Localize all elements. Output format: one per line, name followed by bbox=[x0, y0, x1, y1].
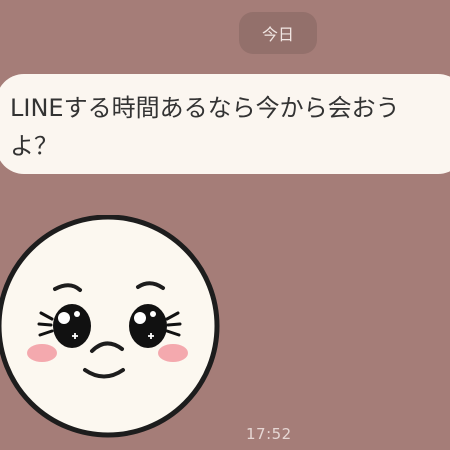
message-text-line-1: LINEする時間あるなら今から会おう bbox=[10, 94, 400, 122]
right-cheek bbox=[158, 344, 188, 362]
left-cheek bbox=[27, 344, 57, 362]
message-bubble[interactable]: LINEする時間あるなら今から会おう よ？ bbox=[0, 74, 450, 174]
sticker-face bbox=[0, 214, 220, 438]
message-timestamp: 17:52 bbox=[246, 425, 292, 443]
date-separator: 今日 bbox=[239, 12, 317, 54]
message-text-line-2: よ？ bbox=[10, 132, 58, 160]
pleading-face-sticker-icon[interactable] bbox=[0, 214, 230, 440]
